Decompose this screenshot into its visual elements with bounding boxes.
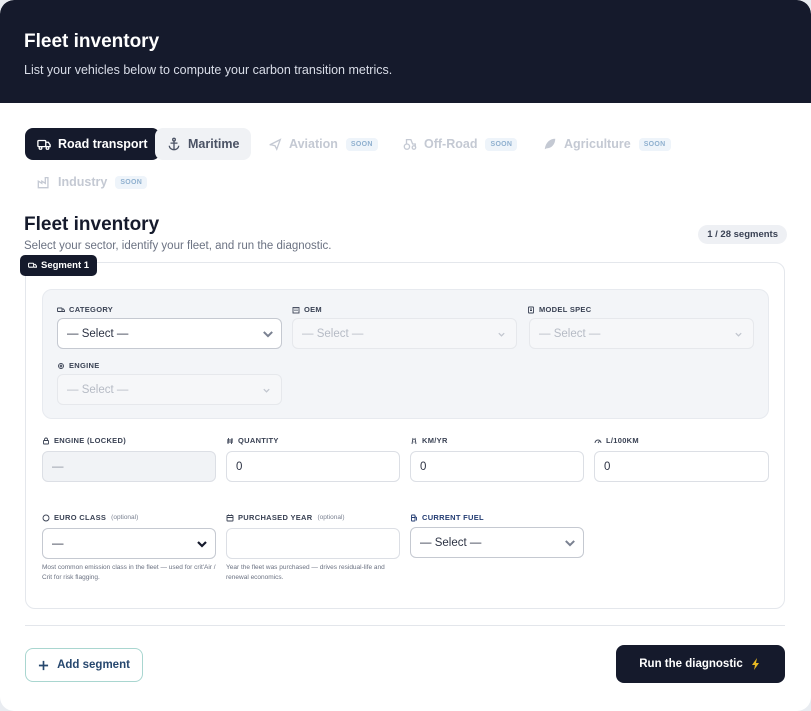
- engine-select[interactable]: — Select —: [57, 374, 282, 405]
- section-title: Fleet inventory: [24, 214, 160, 235]
- factory-icon: [37, 176, 49, 189]
- segment-count-badge: 1 / 28 segments: [698, 225, 787, 244]
- tab-label: Industry: [58, 175, 108, 189]
- km-yr-input[interactable]: 0: [410, 451, 584, 482]
- engine-locked-label: ENGINE (LOCKED): [42, 436, 126, 445]
- fleet-inventory-card: Fleet inventory List your vehicles below…: [0, 0, 811, 711]
- quantity-label: QUANTITY: [226, 436, 279, 445]
- purchased-year-label: PURCHASED YEAR (optional): [226, 513, 345, 522]
- divider: [25, 625, 785, 626]
- soon-badge: SOON: [345, 137, 378, 151]
- page-header: Fleet inventory List your vehicles below…: [0, 0, 811, 103]
- category-label: CATEGORY: [57, 305, 113, 314]
- calendar-icon: [226, 514, 234, 521]
- page-subtitle: List your vehicles below to compute your…: [24, 63, 393, 77]
- chevron-down-icon: [263, 388, 270, 393]
- run-diagnostic-button[interactable]: Run the diagnostic: [616, 645, 785, 683]
- purchased-year-input[interactable]: [226, 528, 400, 559]
- l-100km-label: L/100KM: [594, 436, 639, 445]
- lightning-icon: [751, 658, 759, 670]
- leaf-icon: [42, 514, 50, 521]
- tab-label: Agriculture: [564, 137, 631, 151]
- segment-badge-label: Segment 1: [41, 260, 90, 271]
- engine-label: ENGINE: [57, 361, 100, 370]
- leaf-icon: [544, 138, 556, 150]
- l-100km-input[interactable]: 0: [594, 451, 769, 482]
- engine-locked-field: —: [42, 451, 216, 482]
- gauge-icon: [594, 439, 602, 443]
- plane-icon: [269, 138, 282, 151]
- purchased-year-help: Year the fleet was purchased — drives re…: [226, 564, 385, 581]
- quantity-input[interactable]: 0: [226, 451, 400, 482]
- tab-aviation: Aviation SOON: [256, 128, 390, 160]
- tab-label: Aviation: [289, 137, 338, 151]
- truck-icon: [57, 307, 65, 312]
- current-fuel-select[interactable]: — Select —: [410, 527, 584, 558]
- road-icon: [411, 437, 417, 444]
- chevron-down-icon: [565, 540, 575, 547]
- tab-off-road: Off-Road SOON: [391, 128, 529, 160]
- truck-icon: [37, 139, 51, 150]
- tractor-icon: [403, 138, 417, 150]
- euro-class-select[interactable]: —: [42, 528, 216, 559]
- model-spec-label: MODEL SPEC: [527, 305, 591, 314]
- plus-icon: [38, 660, 49, 670]
- anchor-icon: [168, 137, 180, 151]
- building-icon: [292, 306, 300, 313]
- category-select[interactable]: — Select —: [57, 318, 282, 349]
- oem-select[interactable]: — Select —: [292, 318, 517, 349]
- gear-icon: [58, 362, 64, 369]
- tab-label: Maritime: [188, 137, 240, 151]
- add-segment-button[interactable]: Add segment: [25, 648, 143, 682]
- soon-badge: SOON: [638, 137, 671, 151]
- chevron-down-icon: [735, 332, 742, 337]
- chevron-down-icon: [263, 331, 273, 338]
- page-title: Fleet inventory: [24, 31, 160, 52]
- tab-label: Off-Road: [424, 137, 478, 151]
- tab-industry: Industry SOON: [25, 166, 159, 198]
- fuel-icon: [411, 514, 417, 521]
- soon-badge: SOON: [485, 137, 518, 151]
- tab-label: Road transport: [58, 137, 148, 151]
- soon-badge: SOON: [115, 175, 148, 189]
- tab-maritime[interactable]: Maritime: [155, 128, 252, 160]
- section-subtitle: Select your sector, identify your fleet,…: [24, 240, 332, 252]
- euro-class-label: EURO CLASS (optional): [42, 513, 138, 522]
- euro-class-help: Most common emission class in the fleet …: [42, 564, 216, 581]
- current-fuel-label: CURRENT FUEL: [410, 513, 484, 522]
- lock-icon: [43, 437, 49, 444]
- chevron-down-icon: [197, 541, 207, 548]
- truck-icon: [28, 262, 37, 268]
- oem-label: OEM: [292, 305, 322, 314]
- hash-icon: [227, 437, 233, 444]
- model-spec-select[interactable]: — Select —: [529, 318, 754, 349]
- segment-badge: Segment 1: [20, 255, 98, 276]
- tab-road-transport[interactable]: Road transport: [25, 128, 160, 160]
- chevron-down-icon: [498, 332, 505, 337]
- km-yr-label: KM/YR: [410, 436, 448, 445]
- clipboard-icon: [528, 306, 534, 313]
- tab-agriculture: Agriculture SOON: [531, 128, 683, 160]
